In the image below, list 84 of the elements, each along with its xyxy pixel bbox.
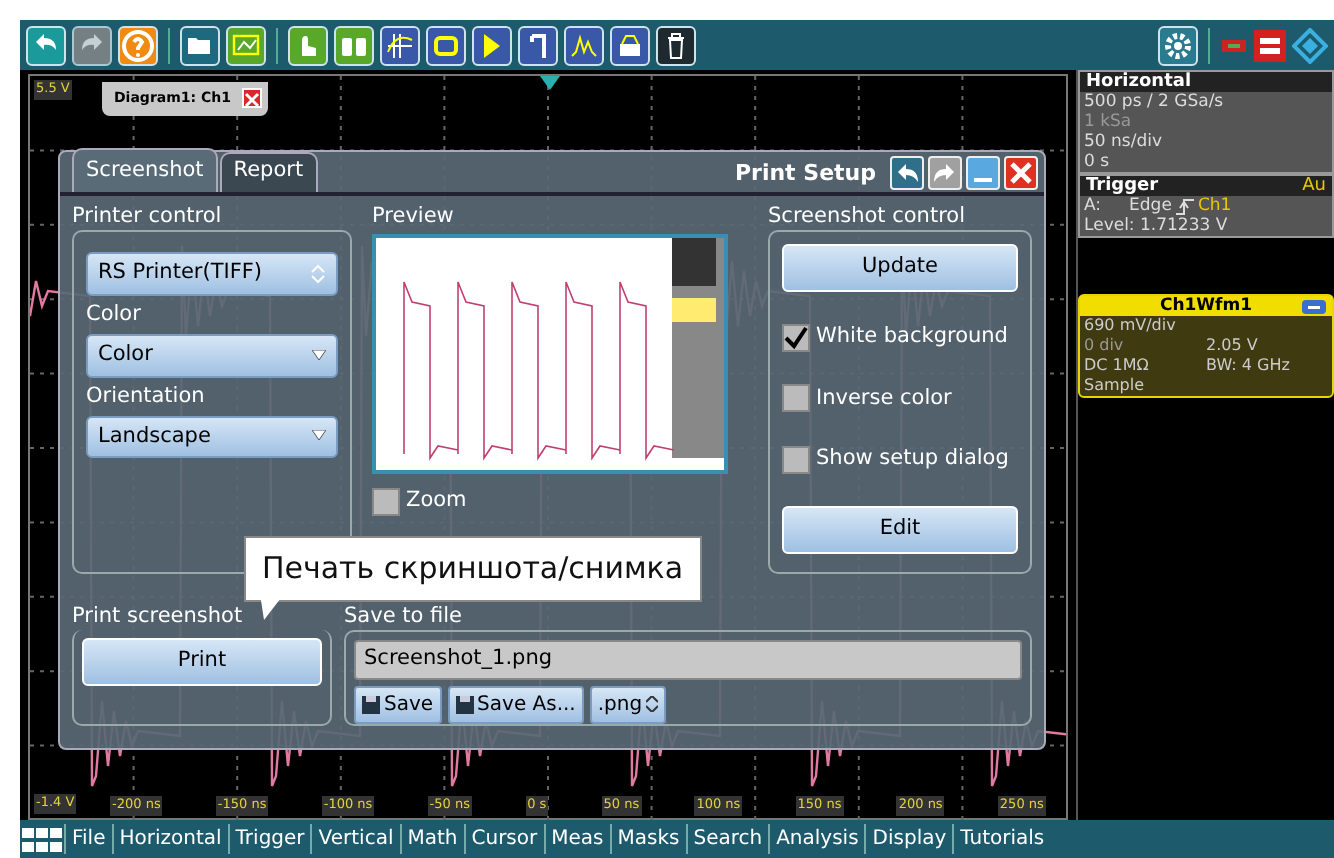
minimize-icon [1302,300,1326,314]
panel-title: Ch1Wfm1 [1159,296,1253,316]
group-title: Save to file [344,604,462,630]
diamond-logo-icon [1292,27,1328,63]
menu-item[interactable]: Horizontal [111,824,228,854]
checkbox-label: Show setup dialog [816,444,1009,475]
printer-select[interactable]: RS Printer(TIFF) [86,252,338,296]
checkbox-label: Zoom [406,486,467,516]
setting-text: 0 div [1084,336,1126,356]
chart-export-icon[interactable] [226,25,266,65]
menu-item[interactable]: Math [399,824,464,854]
file-name-field[interactable]: Screenshot_1.png [354,640,1022,680]
apps-grid-icon [20,825,64,853]
update-button[interactable]: Update [782,244,1018,292]
option-checkbox[interactable] [782,323,810,352]
callout-text: Печать скриншота/снимка [244,536,702,601]
save-button[interactable]: Save As... [447,685,584,724]
menu-item[interactable]: Meas [543,824,610,854]
printer-icon[interactable] [610,25,650,65]
format-select[interactable]: .png [589,685,667,724]
cursor-icon[interactable] [380,25,420,65]
print-button[interactable]: Print [82,638,322,686]
setting-text: Level: 1.71233 V [1082,216,1230,236]
setting-text: BW: 4 GHz [1206,356,1292,376]
spinner-icon [646,696,659,713]
menu-item[interactable]: File [64,824,112,854]
setting-text: A: [1084,196,1102,216]
panel-title: Trigger [1086,176,1159,196]
spinner-icon [310,263,326,284]
horizontal-panel[interactable]: Horizontal 500 ps / 2 GSa/s 1 kSa 50 ns/div 0 s [1078,70,1334,174]
menu-item[interactable]: Vertical [310,824,400,854]
group-title: Preview [372,204,454,230]
setting-text: 2.05 V [1206,336,1260,356]
field-label: Color [86,301,141,328]
setting-text: 500 ps / 2 GSa/s [1082,92,1226,112]
close-icon[interactable] [1004,156,1038,190]
menu-item[interactable]: Analysis [768,824,865,854]
option-checkbox[interactable] [782,446,810,475]
channel-panel[interactable]: Ch1Wfm1 690 mV/div 0 div 2.05 V DC 1MΩ BW: 4 GHz Sample [1078,294,1334,398]
zoom-checkbox[interactable] [372,487,400,516]
dropdown-icon [312,430,326,443]
group-title: Printer control [72,204,222,230]
checkbox-label: White background [816,321,1008,352]
option-checkbox[interactable] [782,384,810,413]
setting-text: 690 mV/div [1084,316,1178,336]
save-button[interactable]: Save [354,685,442,724]
setting-text: 0 s [1082,152,1112,172]
setting-text: DC 1MΩ [1084,356,1151,376]
dialog-tab[interactable]: Screenshot [72,148,218,192]
dialog-tab[interactable]: Report [219,152,318,192]
trigger-panel[interactable]: Trigger Au A: Edge Ch1 Level: 1.71233 V [1078,174,1334,238]
dropdown-icon [312,349,326,362]
minimize-icon[interactable] [966,156,1000,190]
menu-item[interactable]: Tutorials [952,824,1051,854]
checkbox-label: Inverse color [816,383,952,413]
help-icon[interactable] [118,25,158,65]
setting-text: 50 ns/div [1082,132,1164,152]
edge-icon [1175,197,1194,215]
dialog-title: Print Setup [734,158,876,190]
field-label: Orientation [86,383,205,409]
settings-icon[interactable] [1158,25,1198,65]
group-title: Screenshot control [768,204,965,230]
menu-item[interactable]: Masks [609,824,686,854]
group-title: Print screenshot [72,604,243,630]
hd-badge-icon [1254,29,1286,61]
setting-text: 1 kSa [1082,112,1134,132]
menu-item[interactable]: Display [864,824,953,854]
setting-text: Edge [1129,196,1172,216]
spectrum-icon[interactable] [564,25,604,65]
binoculars-icon[interactable] [334,25,374,65]
trash-icon[interactable] [656,25,696,65]
trigger-marker-icon [540,76,560,90]
menu-item[interactable]: Search [685,824,769,854]
setting-text: Ch1 [1197,196,1232,216]
color-select[interactable]: Color [86,333,338,377]
panel-title: Horizontal [1080,72,1332,92]
edit-button[interactable]: Edit [782,506,1018,554]
orientation-select[interactable]: Landscape [86,415,338,459]
setting-text: Sample [1084,376,1146,396]
folder-icon[interactable] [180,25,220,65]
mask-icon[interactable] [426,25,466,65]
menu-item[interactable]: Cursor [463,824,544,854]
menu-item[interactable]: Trigger [227,824,311,854]
trigger-mode: Au [1302,176,1326,196]
